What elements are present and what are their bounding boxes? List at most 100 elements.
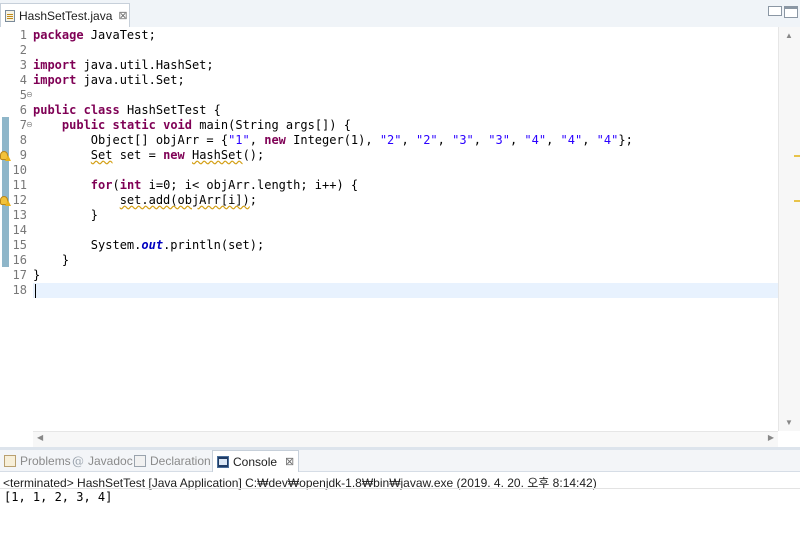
code-token: java.util.HashSet; [76, 58, 214, 72]
code-token: , [249, 133, 265, 147]
code-token: JavaTest; [83, 28, 156, 42]
code-token: new [264, 133, 286, 147]
code-token: new [163, 148, 185, 162]
line-number: 17 [12, 268, 27, 282]
line-number: 16 [12, 253, 27, 267]
code-line[interactable]: System.out.println(set); [33, 238, 264, 253]
code-token: class [83, 103, 120, 117]
warning-icon[interactable] [0, 151, 11, 161]
code-token: "1" [228, 133, 250, 147]
line-number: 18 [12, 283, 27, 297]
close-console-icon[interactable]: ⊠ [285, 455, 294, 468]
code-line[interactable]: Set set = new HashSet(); [33, 148, 264, 163]
code-token: } [33, 208, 99, 222]
code-token: for [90, 178, 113, 192]
tab-declaration-label: Declaration [150, 454, 211, 468]
code-token: "4" [560, 133, 583, 147]
warning-overview-marker[interactable] [794, 155, 800, 157]
console-output[interactable]: [1, 1, 2, 3, 4] [4, 490, 112, 504]
fold-collapse-icon[interactable]: ⊖ [26, 120, 33, 129]
code-token: int [119, 178, 142, 192]
scroll-up-icon[interactable]: ▲ [785, 31, 793, 40]
code-editor[interactable]: 1 2 3 4 5 6 7 8 9 10 11 12 13 14 15 16 17 18 ⊖ ⊖ package … [0, 27, 800, 447]
line-number: 13 [12, 208, 27, 222]
code-token: "4" [524, 133, 547, 147]
code-token: System. [33, 238, 142, 252]
tab-problems[interactable]: Problems [4, 450, 71, 472]
console-divider [0, 488, 800, 489]
scroll-down-icon[interactable]: ▼ [785, 418, 793, 427]
code-token: , [401, 133, 416, 147]
tab-javadoc[interactable]: @ Javadoc [72, 450, 133, 472]
tab-declaration[interactable]: Declaration [134, 450, 211, 472]
declaration-icon [134, 455, 146, 467]
code-token: , [582, 133, 597, 147]
editor-tab-bar: HashSetTest.java ⊠ [0, 0, 800, 28]
line-number: 15 [12, 238, 27, 252]
code-token: } [33, 253, 70, 267]
line-number: 10 [12, 163, 27, 177]
scroll-right-icon[interactable]: ▶ [768, 433, 774, 442]
vertical-scrollbar[interactable]: ▲ ▼ [778, 27, 800, 431]
code-token: set.add(objArr[i]) [119, 193, 250, 207]
code-token: "3" [488, 133, 510, 147]
line-number: 3 [19, 58, 27, 72]
code-token: HashSet [191, 148, 243, 162]
code-line[interactable]: public static void main(String args[]) { [33, 118, 351, 133]
code-token: Set [90, 148, 113, 162]
line-number: 11 [12, 178, 27, 192]
code-token: "3" [452, 133, 474, 147]
code-line[interactable]: } [33, 268, 40, 283]
line-number: 1 [19, 28, 27, 42]
code-line[interactable]: import java.util.HashSet; [33, 58, 214, 73]
java-file-icon [5, 9, 15, 22]
tab-problems-label: Problems [20, 454, 71, 468]
code-token: set = [112, 148, 164, 162]
code-line[interactable]: import java.util.Set; [33, 73, 185, 88]
code-text-area[interactable]: package JavaTest; import java.util.HashSe… [33, 27, 778, 431]
code-token: "2" [415, 133, 438, 147]
code-token: java.util.Set; [76, 73, 185, 87]
line-number: 6 [19, 103, 27, 117]
minimize-button[interactable] [768, 6, 782, 16]
line-number: 2 [19, 43, 27, 57]
line-number: 14 [12, 223, 27, 237]
code-line[interactable]: package JavaTest; [33, 28, 156, 43]
code-line[interactable]: } [33, 208, 98, 223]
code-token: package [33, 28, 84, 42]
problems-icon [4, 455, 16, 467]
maximize-button[interactable] [784, 6, 798, 18]
tab-javadoc-label: Javadoc [88, 454, 133, 468]
code-token: (); [242, 148, 265, 162]
code-line[interactable]: set.add(objArr[i]); [33, 193, 257, 208]
code-token: , [509, 133, 525, 147]
horizontal-scrollbar[interactable]: ◀ ▶ [33, 431, 778, 447]
tab-console[interactable]: Console ⊠ [212, 450, 300, 472]
annotation-ruler [0, 27, 12, 447]
editor-tab-hashsettest[interactable]: HashSetTest.java ⊠ [0, 3, 130, 27]
code-token: ; [249, 193, 257, 207]
warning-icon[interactable] [0, 196, 11, 206]
fold-collapse-icon[interactable]: ⊖ [26, 90, 33, 99]
code-token: .println(set); [163, 238, 265, 252]
code-token: static [112, 118, 156, 132]
code-line[interactable]: } [33, 253, 69, 268]
scroll-left-icon[interactable]: ◀ [37, 433, 43, 442]
code-line[interactable]: for(int i=0; i< objArr.length; i++) { [33, 178, 358, 193]
code-token: , [437, 133, 453, 147]
code-token: , [473, 133, 489, 147]
code-token: Object[] objArr = { [33, 133, 229, 147]
line-number: 12 [12, 193, 27, 207]
code-token: main(String args[]) { [192, 118, 351, 132]
code-token: i=0; i< objArr.length; i++) { [141, 178, 359, 192]
code-line[interactable]: public class HashSetTest { [33, 103, 221, 118]
code-token: public [33, 103, 77, 117]
javadoc-icon: @ [72, 454, 84, 468]
text-caret [35, 284, 36, 298]
code-line[interactable]: Object[] objArr = {"1", new Integer(1), … [33, 133, 633, 148]
close-tab-icon[interactable]: ⊠ [118, 9, 127, 22]
warning-overview-marker[interactable] [794, 200, 800, 202]
